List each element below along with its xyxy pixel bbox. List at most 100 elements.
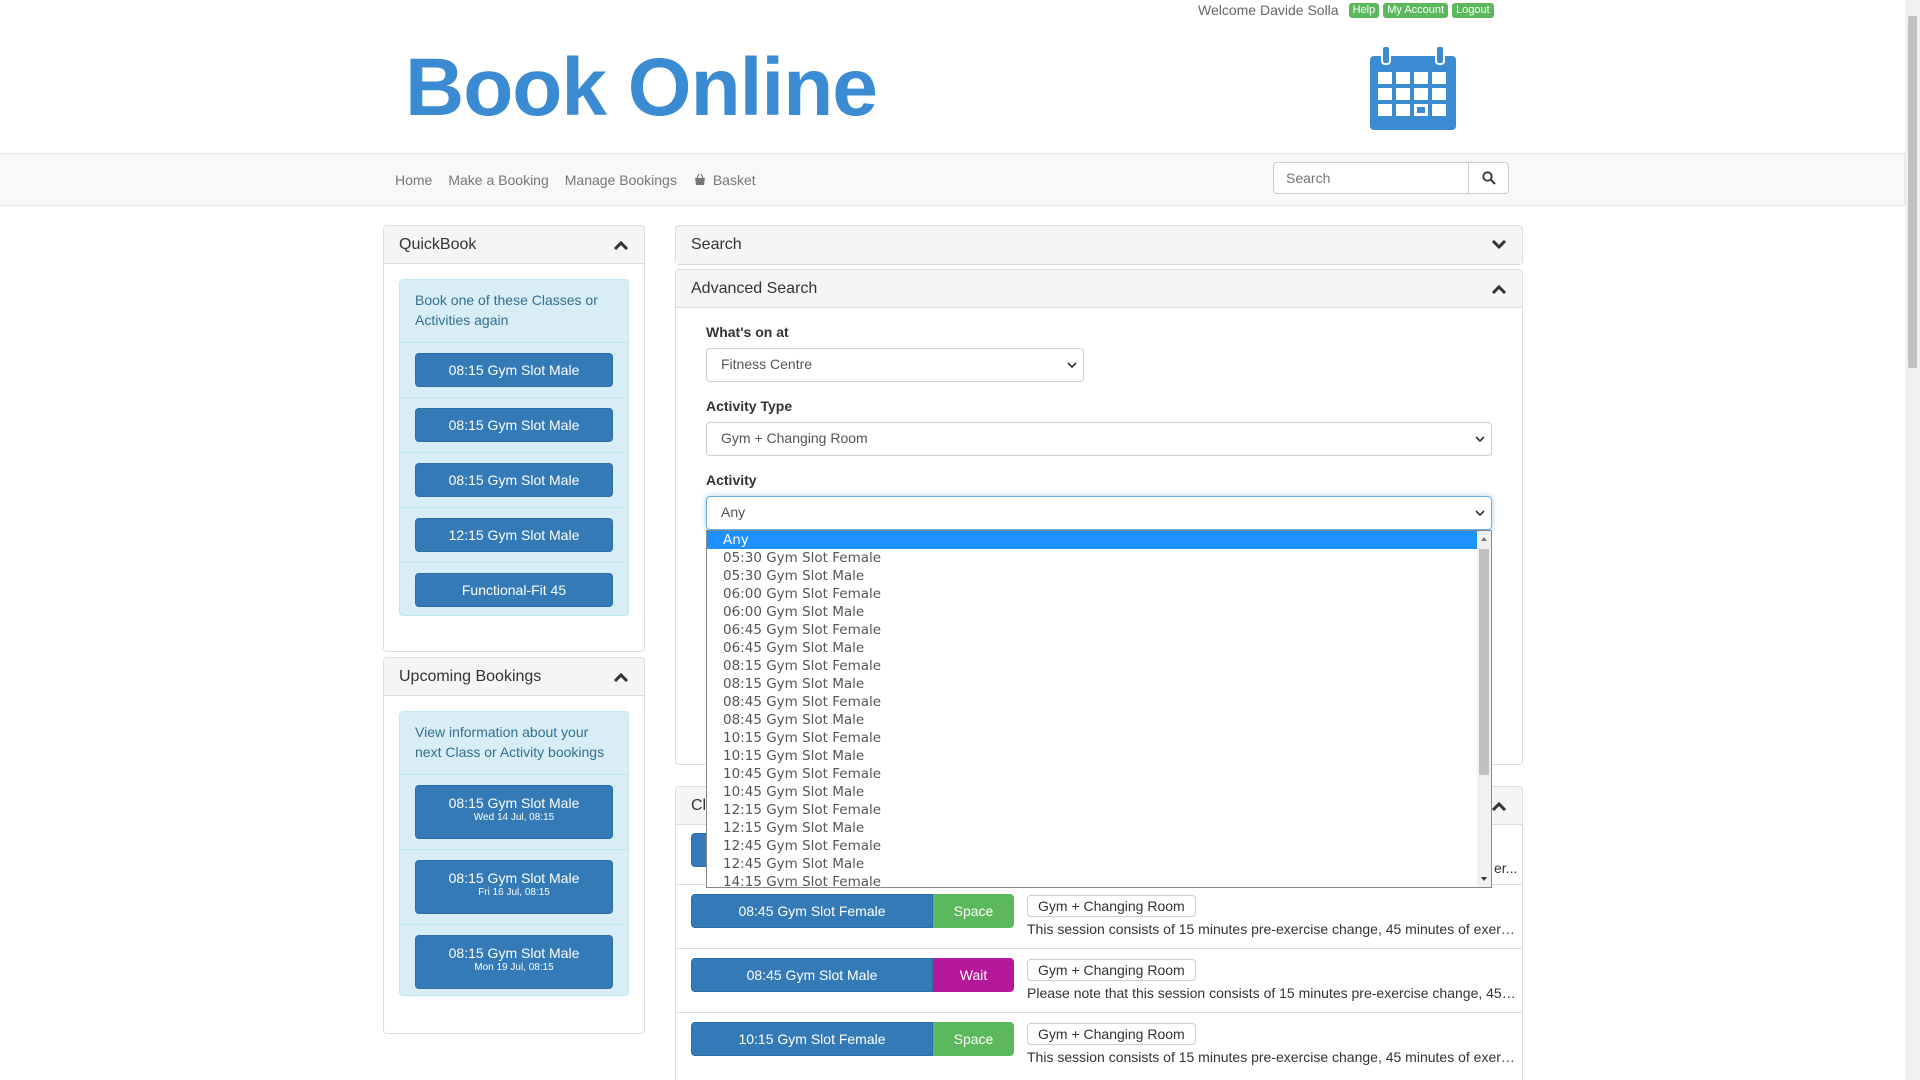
class-description-tail: er... [1494,860,1518,876]
nav-basket[interactable]: Basket [693,172,772,188]
search-input[interactable] [1273,162,1469,194]
activity-label: Activity [706,472,757,488]
activity-type-tag: Gym + Changing Room [1027,1023,1196,1045]
welcome-bar: Welcome Davide Solla Help My Account Log… [1198,2,1494,18]
quickbook-header[interactable]: QuickBook [384,226,644,264]
dropdown-option[interactable]: 05:30 Gym Slot Male [707,567,1491,585]
dropdown-option[interactable]: 10:15 Gym Slot Male [707,747,1491,765]
search-panel-header[interactable]: Search [676,226,1522,264]
dropdown-option[interactable]: 05:30 Gym Slot Female [707,549,1491,567]
quickbook-button[interactable]: 12:15 Gym Slot Male [415,518,613,552]
quickbook-panel: QuickBook Book one of these Classes or A… [383,225,645,652]
chevron-up-icon[interactable] [613,240,629,250]
list-item: 08:15 Gym Slot Male [400,398,628,453]
search-panel-title: Search [691,236,742,253]
upcoming-title: Upcoming Bookings [399,667,542,685]
chevron-up-icon[interactable] [613,672,629,682]
quickbook-intro: Book one of these Classes or Activities … [400,280,628,343]
list-item: 08:15 Gym Slot Male [400,453,628,508]
advanced-search-header[interactable]: Advanced Search [676,270,1522,308]
quickbook-button[interactable]: 08:15 Gym Slot Male [415,463,613,497]
dropdown-option[interactable]: 06:00 Gym Slot Male [707,603,1491,621]
site-logo[interactable]: Book Online [405,40,878,136]
booking-button[interactable]: 08:15 Gym Slot Male Mon 19 Jul, 08:15 [415,935,613,989]
table-row: 08:45 Gym Slot Male Wait Gym + Changing … [676,948,1522,1012]
quickbook-button[interactable]: Functional-Fit 45 [415,573,613,607]
quickbook-button[interactable]: 08:15 Gym Slot Male [415,408,613,442]
dropdown-option[interactable]: 10:15 Gym Slot Female [707,729,1491,747]
activity-select-value: Any [721,504,746,520]
chevron-up-icon[interactable] [1491,801,1507,811]
activity-select[interactable]: Any [706,496,1492,530]
class-description: This session consists of 15 minutes pre-… [1027,921,1519,937]
class-description: This session consists of 15 minutes pre-… [1027,1049,1519,1065]
dropdown-option[interactable]: 12:45 Gym Slot Female [707,837,1491,855]
list-item: 08:15 Gym Slot Male Mon 19 Jul, 08:15 [400,925,628,1000]
search-panel: Search [675,225,1523,265]
class-description: Please note that this session consists o… [1027,985,1519,1001]
nav-make-booking[interactable]: Make a Booking [448,172,548,188]
page-scroll-thumb[interactable] [1908,16,1917,368]
nav-home[interactable]: Home [395,172,432,188]
dropdown-option[interactable]: 14:15 Gym Slot Female [707,873,1491,887]
upcoming-header[interactable]: Upcoming Bookings [384,658,644,696]
search-icon [1481,171,1496,185]
status-badge[interactable]: Wait [933,958,1014,992]
search-button[interactable] [1469,162,1509,194]
class-button[interactable]: 08:45 Gym Slot Female [691,894,933,928]
dropdown-option[interactable]: 08:45 Gym Slot Female [707,693,1491,711]
advanced-search-title: Advanced Search [691,279,818,297]
scroll-down-arrow-icon[interactable] [1477,873,1491,885]
quickbook-button[interactable]: 08:15 Gym Slot Male [415,353,613,387]
venue-select[interactable]: Fitness Centre [706,348,1084,382]
dropdown-option[interactable]: 08:15 Gym Slot Female [707,657,1491,675]
list-item: 08:15 Gym Slot Male [400,343,628,398]
activity-dropdown-list[interactable]: Any 05:30 Gym Slot Female 05:30 Gym Slot… [706,530,1492,888]
basket-icon [694,173,705,185]
list-item: Functional-Fit 45 [400,563,628,618]
list-item: 08:15 Gym Slot Male Wed 14 Jul, 08:15 [400,775,628,850]
activity-type-select[interactable]: Gym + Changing Room [706,422,1492,456]
my-account-button[interactable]: My Account [1383,2,1449,18]
logout-button[interactable]: Logout [1452,2,1494,18]
dropdown-scrollbar[interactable] [1477,531,1491,887]
scroll-up-arrow-icon[interactable] [1477,533,1491,545]
upcoming-list: View information about your next Class o… [399,711,629,996]
class-button[interactable]: 08:45 Gym Slot Male [691,958,933,992]
booking-button[interactable]: 08:15 Gym Slot Male Fri 16 Jul, 08:15 [415,860,613,914]
chevron-up-icon[interactable] [1491,284,1507,294]
status-badge[interactable]: Space [933,894,1014,928]
dropdown-option[interactable]: 06:45 Gym Slot Male [707,639,1491,657]
status-badge[interactable]: Space [933,1022,1014,1056]
chevron-down-icon [1067,362,1077,369]
booking-button[interactable]: 08:15 Gym Slot Male Wed 14 Jul, 08:15 [415,785,613,839]
page-scrollbar[interactable] [1905,0,1920,1080]
dropdown-option[interactable]: 08:45 Gym Slot Male [707,711,1491,729]
classes-title: Cl [691,796,707,814]
dropdown-option[interactable]: 10:45 Gym Slot Female [707,765,1491,783]
dropdown-option[interactable]: 06:00 Gym Slot Female [707,585,1491,603]
chevron-down-icon [1475,510,1485,517]
dropdown-option[interactable]: Any [707,531,1491,549]
dropdown-option[interactable]: 08:15 Gym Slot Male [707,675,1491,693]
activity-type-tag: Gym + Changing Room [1027,959,1196,981]
booking-date: Fri 16 Jul, 08:15 [478,887,550,898]
upcoming-bookings-panel: Upcoming Bookings View information about… [383,657,645,1034]
list-item: 12:15 Gym Slot Male [400,508,628,563]
dropdown-scroll-thumb[interactable] [1479,549,1489,775]
nav-manage-bookings[interactable]: Manage Bookings [565,172,677,188]
booking-date: Mon 19 Jul, 08:15 [474,962,554,973]
chevron-down-icon[interactable] [1491,240,1507,250]
dropdown-option[interactable]: 12:15 Gym Slot Female [707,801,1491,819]
activity-type-label: Activity Type [706,398,793,414]
dropdown-option[interactable]: 06:45 Gym Slot Female [707,621,1491,639]
help-button[interactable]: Help [1348,2,1380,18]
class-button[interactable]: 10:15 Gym Slot Female [691,1022,933,1056]
table-row: 10:15 Gym Slot Female Space Gym + Changi… [676,1012,1522,1076]
dropdown-option[interactable]: 10:45 Gym Slot Male [707,783,1491,801]
upcoming-intro: View information about your next Class o… [400,712,628,775]
dropdown-option[interactable]: 12:15 Gym Slot Male [707,819,1491,837]
whats-on-label: What's on at [706,324,789,340]
dropdown-option[interactable]: 12:45 Gym Slot Male [707,855,1491,873]
welcome-text: Welcome Davide Solla [1198,2,1339,18]
